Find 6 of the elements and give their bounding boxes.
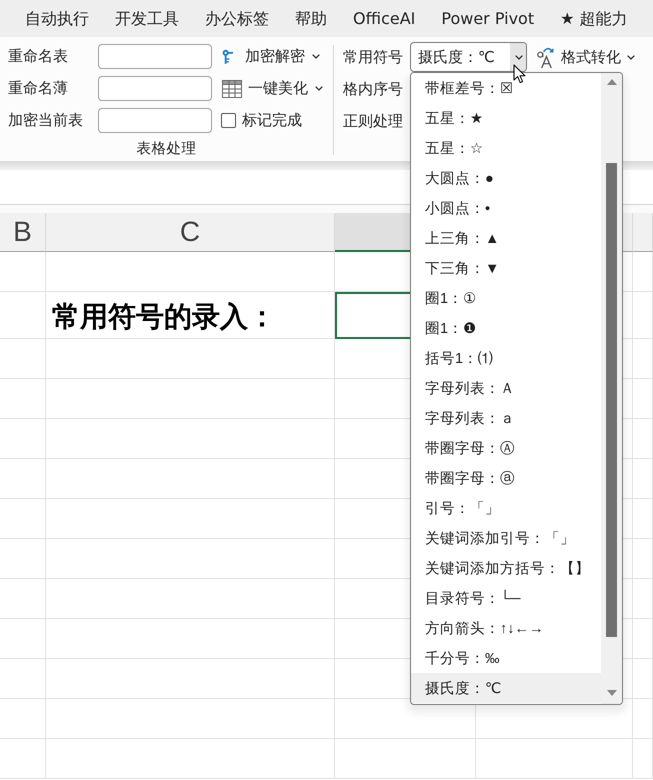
field-label: 重命名薄 [8,79,69,98]
field-label: 重命名表 [8,47,69,66]
field-label: 常用符号 [343,48,404,66]
group-title: 表格处理 [136,141,196,158]
checkbox-label: 标记完成 [242,111,302,130]
field-label: 加密当前表 [8,111,84,130]
